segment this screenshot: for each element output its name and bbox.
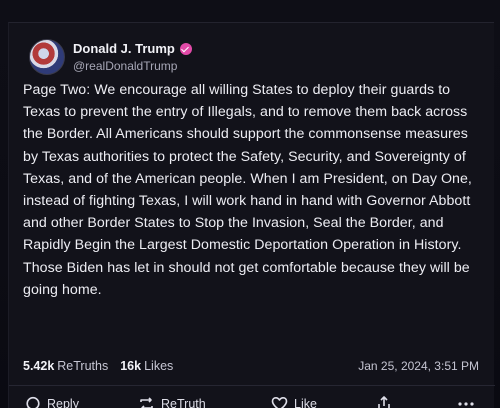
timestamp[interactable]: Jan 25, 2024, 3:51 PM xyxy=(358,359,479,373)
retruths-count: 5.42k xyxy=(23,359,55,373)
name-line: Donald J. Trump xyxy=(73,41,192,56)
verified-icon xyxy=(179,42,192,55)
screen: Donald J. Trump @realDonaldTrump Page Tw… xyxy=(0,0,500,408)
divider xyxy=(9,385,495,386)
avatar[interactable] xyxy=(29,39,65,75)
reply-label: Reply xyxy=(47,397,79,408)
post-body: Page Two: We encourage all willing State… xyxy=(23,82,472,298)
reply-button[interactable]: Reply xyxy=(25,396,79,408)
like-button[interactable]: Like xyxy=(271,396,317,408)
likes-stat[interactable]: 16k Likes xyxy=(120,359,173,373)
more-options-button[interactable] xyxy=(457,401,475,407)
reply-icon xyxy=(25,396,41,408)
post-card: Donald J. Trump @realDonaldTrump Page Tw… xyxy=(8,22,495,408)
stats-row: 5.42k ReTruths 16k Likes Jan 25, 2024, 3:5… xyxy=(23,356,485,376)
retruths-stat[interactable]: 5.42k ReTruths xyxy=(23,359,108,373)
like-icon xyxy=(271,396,288,408)
like-label: Like xyxy=(294,397,317,408)
likes-label: Likes xyxy=(144,359,174,373)
retruth-label: ReTruth xyxy=(161,397,206,408)
retruths-label: ReTruths xyxy=(57,359,109,373)
user-handle[interactable]: @realDonaldTrump xyxy=(73,59,192,73)
more-icon xyxy=(457,401,475,407)
author-row[interactable]: Donald J. Trump @realDonaldTrump xyxy=(29,37,329,77)
retruth-button[interactable]: ReTruth xyxy=(138,396,206,408)
share-icon xyxy=(376,395,392,408)
author-info: Donald J. Trump @realDonaldTrump xyxy=(73,41,192,73)
retruth-icon xyxy=(138,396,155,408)
share-button[interactable] xyxy=(376,395,392,408)
display-name[interactable]: Donald J. Trump xyxy=(73,41,175,56)
actions-row: Reply ReTruth Like xyxy=(23,389,485,408)
likes-count: 16k xyxy=(120,359,142,373)
